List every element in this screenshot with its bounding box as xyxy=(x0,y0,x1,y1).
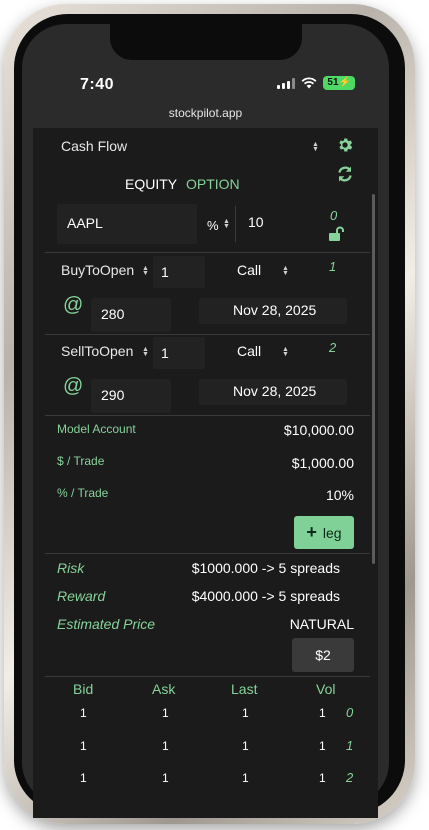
table-header-bid: Bid xyxy=(73,681,94,697)
leg-2-expiry-input[interactable]: Nov 28, 2025 xyxy=(233,383,316,399)
tab-option[interactable]: OPTION xyxy=(186,176,240,192)
leg-1-expiry-input[interactable]: Nov 28, 2025 xyxy=(233,302,316,318)
leg-1-action-select[interactable]: BuyToOpen xyxy=(61,262,134,278)
separator xyxy=(45,415,370,416)
amount-input[interactable]: 10 xyxy=(248,214,264,230)
leg-2-action-select[interactable]: SellToOpen xyxy=(61,343,133,359)
estimated-price-mode[interactable]: NATURAL xyxy=(290,616,354,632)
reward-label: Reward xyxy=(57,588,106,604)
risk-value: $1000.000 -> 5 spreads xyxy=(191,560,340,576)
leg-1-type-chevron-icon: ▲ ▼ xyxy=(282,265,289,277)
unit-select[interactable]: % xyxy=(207,218,219,233)
battery-charging-icon: 51⚡ xyxy=(323,76,355,90)
table-cell-ask: 1 xyxy=(162,771,169,785)
table-header-ask: Ask xyxy=(152,681,176,697)
leg-2-quantity-input[interactable]: 1 xyxy=(161,345,169,361)
leg-2-index: 2 xyxy=(329,340,337,355)
estimated-price-label: Estimated Price xyxy=(57,616,156,632)
app-content: Cash Flow ▲ ▼ EQUITY OPTION AAPL % ▲ ▼ 10 … xyxy=(33,128,378,818)
plus-icon: + xyxy=(306,522,317,542)
table-cell-ask: 1 xyxy=(162,739,169,753)
leg-1-strike-input[interactable]: 280 xyxy=(101,306,124,322)
unlock-icon[interactable] xyxy=(328,226,346,242)
pct-trade-label: % / Trade xyxy=(57,486,109,500)
table-row-index: 1 xyxy=(346,738,354,753)
url-bar[interactable]: stockpilot.app xyxy=(22,106,389,120)
add-leg-label: leg xyxy=(322,524,342,541)
model-account-value: $10,000.00 xyxy=(283,422,354,438)
estimated-price-value[interactable]: $2 xyxy=(292,638,354,672)
table-cell-bid: 1 xyxy=(80,771,87,785)
wifi-icon xyxy=(301,77,317,89)
table-cell-last: 1 xyxy=(242,739,249,753)
table-cell-last: 1 xyxy=(242,771,249,785)
per-trade-label: $ / Trade xyxy=(57,454,105,468)
table-cell-last: 1 xyxy=(242,706,249,720)
leg-1-action-chevron-icon: ▲ ▼ xyxy=(142,265,149,277)
gear-icon[interactable] xyxy=(336,136,354,154)
row-index: 0 xyxy=(330,208,338,223)
symbol-input[interactable]: AAPL xyxy=(67,215,103,231)
separator xyxy=(45,676,370,677)
tab-equity[interactable]: EQUITY xyxy=(125,176,177,192)
separator xyxy=(45,252,370,253)
leg-1-quantity-input[interactable]: 1 xyxy=(161,264,169,280)
leg-2-type-chevron-icon: ▲ ▼ xyxy=(282,346,289,358)
table-cell-vol: 1 xyxy=(319,739,326,753)
model-account-label: Model Account xyxy=(57,422,136,436)
cellular-signal-icon xyxy=(277,77,296,89)
scrollbar[interactable] xyxy=(372,194,375,564)
strategy-select[interactable]: Cash Flow xyxy=(61,138,127,154)
strategy-select-chevron-icon: ▲ ▼ xyxy=(312,141,319,153)
leg-1-type-select[interactable]: Call xyxy=(237,262,261,278)
notch xyxy=(110,24,302,60)
table-cell-bid: 1 xyxy=(80,739,87,753)
separator xyxy=(45,553,370,554)
status-time: 7:40 xyxy=(80,76,115,93)
separator xyxy=(45,334,370,335)
risk-label: Risk xyxy=(57,560,85,576)
divider xyxy=(235,206,236,242)
table-header-vol: Vol xyxy=(316,681,336,697)
table-row-index: 0 xyxy=(346,705,354,720)
add-leg-button[interactable]: + leg xyxy=(294,516,354,549)
unit-select-chevron-icon: ▲ ▼ xyxy=(223,218,230,230)
table-cell-ask: 1 xyxy=(162,706,169,720)
leg-2-strike-input[interactable]: 290 xyxy=(101,387,124,403)
reward-value: $4000.000 -> 5 spreads xyxy=(191,588,340,604)
leg-1-at-symbol: @ xyxy=(63,294,84,316)
leg-1-index: 1 xyxy=(329,259,337,274)
status-icons: 51⚡ xyxy=(277,76,355,90)
table-cell-bid: 1 xyxy=(80,706,87,720)
table-cell-vol: 1 xyxy=(319,771,326,785)
per-trade-value: $1,000.00 xyxy=(291,455,354,471)
table-cell-vol: 1 xyxy=(319,706,326,720)
leg-2-at-symbol: @ xyxy=(63,375,84,397)
refresh-icon[interactable] xyxy=(336,165,354,183)
battery-level: 51 xyxy=(327,77,339,88)
leg-2-type-select[interactable]: Call xyxy=(237,343,261,359)
table-header-last: Last xyxy=(231,681,258,697)
table-row-index: 2 xyxy=(346,770,354,785)
pct-trade-value: 10% xyxy=(325,487,354,503)
leg-2-action-chevron-icon: ▲ ▼ xyxy=(142,346,149,358)
